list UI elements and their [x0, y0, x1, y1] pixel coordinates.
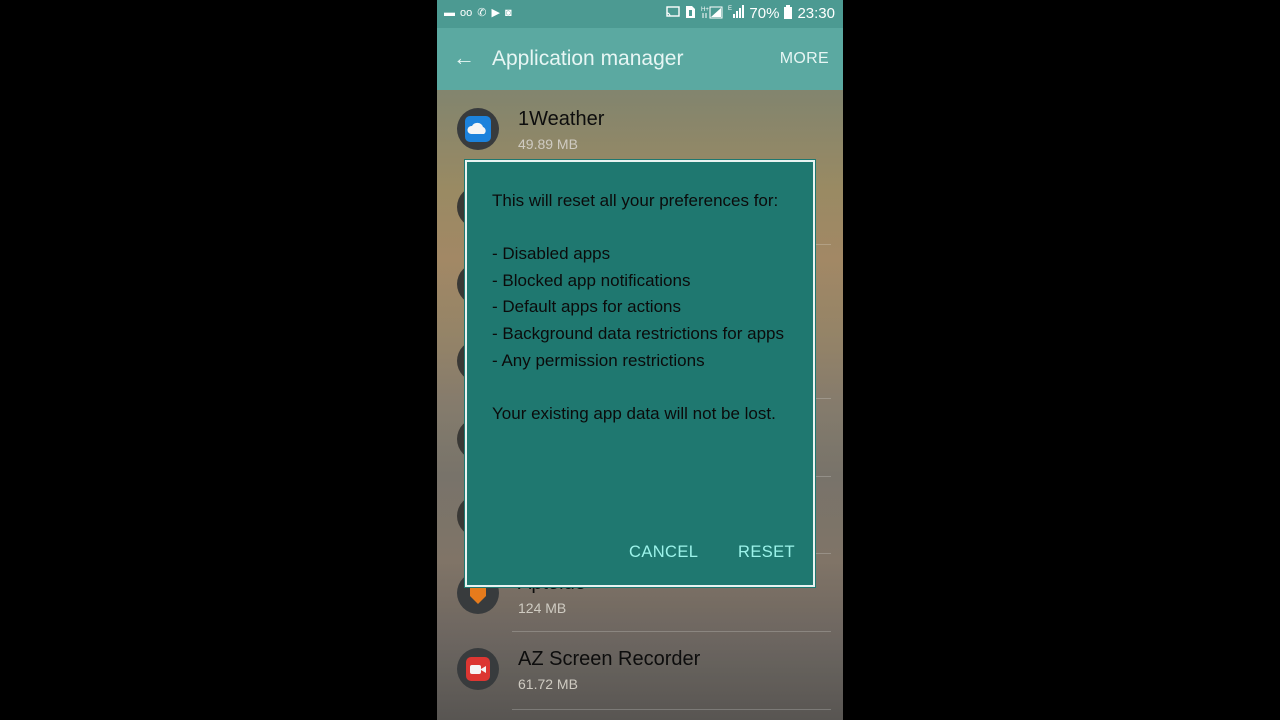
svg-text:E: E [728, 6, 732, 12]
notification-icons: ▬ oo ✆ ▶ ◙ [444, 6, 512, 20]
play-store-icon: ▶ [491, 7, 500, 19]
screenshot-icon: ◙ [504, 7, 512, 19]
battery-icon [784, 5, 793, 22]
status-bar: ▬ oo ✆ ▶ ◙ H+ E 70% 23:30 [437, 0, 843, 28]
signal-icon: E [728, 5, 745, 22]
dialog-message: This will reset all your preferences for… [492, 191, 784, 423]
cast-icon [666, 6, 681, 21]
app-bar: ← Application manager MORE [437, 28, 843, 90]
svg-text:H+: H+ [701, 7, 709, 13]
reset-button[interactable]: RESET [738, 543, 795, 562]
phone-screen: ▬ oo ✆ ▶ ◙ H+ E 70% 23:30 ← Application … [437, 0, 843, 720]
battery-percent: 70% [749, 5, 780, 22]
clock: 23:30 [797, 5, 835, 22]
back-arrow-icon[interactable]: ← [453, 46, 475, 70]
system-icons: H+ E 70% 23:30 [666, 5, 835, 22]
cancel-button[interactable]: CANCEL [629, 543, 698, 562]
voicemail-icon: oo [460, 7, 473, 19]
more-button[interactable]: MORE [780, 50, 829, 68]
sim-icon [685, 5, 696, 22]
hd-signal-icon: H+ [701, 5, 723, 22]
page-title: Application manager [492, 47, 684, 70]
reset-preferences-dialog: This will reset all your preferences for… [465, 160, 815, 587]
video-icon: ▬ [444, 7, 455, 19]
wifi-calling-icon: ✆ [477, 7, 487, 19]
